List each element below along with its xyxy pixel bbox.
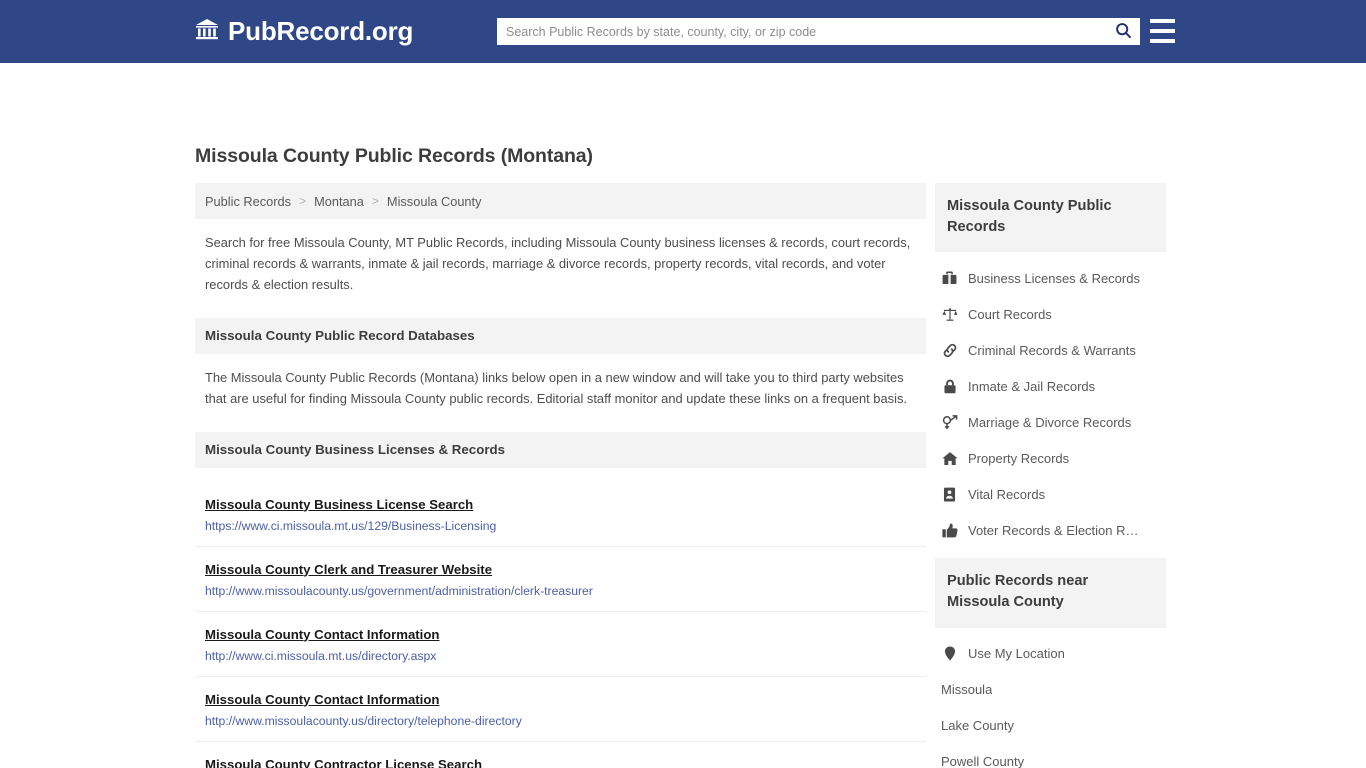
sidebar-item-label: Court Records	[968, 306, 1052, 322]
result-url-link[interactable]: http://www.ci.missoula.mt.us/directory.a…	[205, 649, 916, 663]
sidebar-item-vital-records[interactable]: Vital Records	[935, 476, 1166, 512]
business-link-list: Missoula County Business License Search …	[195, 482, 926, 768]
sidebar-item-label: Criminal Records & Warrants	[968, 342, 1136, 358]
sidebar-item-criminal-records[interactable]: Criminal Records & Warrants	[935, 332, 1166, 368]
sidebar-records-list: Business Licenses & Records Court Record…	[935, 252, 1166, 548]
search-input[interactable]	[497, 18, 1106, 45]
site-logo[interactable]: PubRecord.org	[195, 16, 413, 47]
sidebar-item-label: Powell County	[941, 754, 1025, 768]
briefcase-icon	[941, 271, 958, 285]
breadcrumb-item-public-records[interactable]: Public Records	[205, 194, 291, 209]
sidebar-item-powell-county[interactable]: Powell County	[935, 744, 1166, 768]
site-header: PubRecord.org	[0, 0, 1366, 63]
result-title-link[interactable]: Missoula County Contractor License Searc…	[205, 757, 482, 768]
sidebar-item-marriage-divorce-records[interactable]: Marriage & Divorce Records	[935, 404, 1166, 440]
sidebar-item-label: Business Licenses & Records	[968, 270, 1140, 286]
sidebar-item-property-records[interactable]: Property Records	[935, 440, 1166, 476]
sidebar-card-nearby: Public Records near Missoula County Use …	[935, 558, 1166, 768]
sidebar-item-label: Use My Location	[968, 646, 1065, 662]
list-item: Missoula County Business License Search …	[195, 482, 926, 547]
list-item: Missoula County Contractor License Searc…	[195, 742, 926, 768]
search-button[interactable]	[1106, 18, 1140, 45]
sidebar-card-records-heading: Missoula County Public Records	[935, 183, 1166, 253]
breadcrumb-separator-icon: >	[371, 194, 379, 208]
intro-paragraph: Search for free Missoula County, MT Publ…	[205, 235, 911, 292]
section-heading-databases: Missoula County Public Record Databases	[195, 317, 926, 354]
list-item: Missoula County Contact Information http…	[195, 677, 926, 742]
sidebar-item-label: Inmate & Jail Records	[968, 378, 1096, 394]
list-item: Missoula County Clerk and Treasurer Webs…	[195, 547, 926, 612]
lock-icon	[941, 379, 958, 394]
map-pin-icon	[941, 646, 958, 661]
sidebar-item-lake-county[interactable]: Lake County	[935, 708, 1166, 744]
hamburger-bar-1	[1150, 19, 1175, 23]
sidebar-item-label: Missoula	[941, 682, 993, 698]
page-title: Missoula County Public Records (Montana)	[195, 145, 593, 167]
sidebar-nearby-list: Use My Location Missoula Lake County Pow…	[935, 628, 1166, 768]
result-url-link[interactable]: https://www.ci.missoula.mt.us/129/Busine…	[205, 519, 916, 533]
address-card-icon	[941, 487, 958, 502]
sidebar-item-label: Lake County	[941, 718, 1014, 734]
result-url-link[interactable]: http://www.missoulacounty.us/directory/t…	[205, 714, 916, 728]
hamburger-menu-icon[interactable]	[1150, 19, 1175, 43]
sidebar-item-label: Vital Records	[968, 486, 1046, 502]
section-heading-business-licenses: Missoula County Business Licenses & Reco…	[195, 431, 926, 468]
sidebar-card-records: Missoula County Public Records Business …	[935, 183, 1166, 548]
sidebar-item-missoula[interactable]: Missoula	[935, 672, 1166, 708]
sidebar-item-label: Marriage & Divorce Records	[968, 414, 1132, 430]
breadcrumb: Public Records > Montana > Missoula Coun…	[195, 183, 926, 219]
sidebar: Missoula County Public Records Business …	[935, 183, 1166, 768]
bank-icon	[195, 16, 219, 47]
result-title-link[interactable]: Missoula County Contact Information	[205, 692, 439, 707]
sidebar-item-court-records[interactable]: Court Records	[935, 296, 1166, 332]
result-title-link[interactable]: Missoula County Clerk and Treasurer Webs…	[205, 562, 492, 577]
search-bar[interactable]	[497, 18, 1140, 45]
databases-paragraph: The Missoula County Public Records (Mont…	[205, 369, 907, 406]
balance-scale-icon	[941, 307, 958, 322]
breadcrumb-item-montana[interactable]: Montana	[314, 194, 364, 209]
result-url-link[interactable]: http://www.missoulacounty.us/government/…	[205, 584, 916, 598]
sidebar-item-label: Property Records	[968, 450, 1070, 466]
home-icon	[941, 451, 958, 466]
sidebar-card-nearby-heading: Public Records near Missoula County	[935, 558, 1166, 628]
main-content: Missoula County Public Records (Montana)…	[195, 145, 926, 768]
sidebar-item-voter-records[interactable]: Voter Records & Election R…	[935, 512, 1166, 548]
sidebar-item-use-my-location[interactable]: Use My Location	[935, 636, 1166, 672]
result-title-link[interactable]: Missoula County Business License Search	[205, 497, 473, 512]
breadcrumb-item-missoula-county: Missoula County	[386, 193, 482, 209]
chain-link-icon	[941, 343, 958, 358]
hamburger-bar-2	[1150, 29, 1175, 33]
breadcrumb-separator-icon: >	[299, 194, 307, 208]
list-item: Missoula County Contact Information http…	[195, 612, 926, 677]
thumbs-up-icon	[941, 523, 958, 538]
sidebar-item-business-licenses[interactable]: Business Licenses & Records	[935, 260, 1166, 296]
site-logo-text: PubRecord.org	[228, 16, 414, 46]
search-icon	[1115, 22, 1132, 42]
sidebar-item-label: Voter Records & Election R…	[968, 522, 1139, 538]
venus-mars-icon	[941, 414, 958, 430]
result-title-link[interactable]: Missoula County Contact Information	[205, 627, 439, 642]
sidebar-item-inmate-jail-records[interactable]: Inmate & Jail Records	[935, 368, 1166, 404]
hamburger-bar-3	[1150, 39, 1175, 43]
